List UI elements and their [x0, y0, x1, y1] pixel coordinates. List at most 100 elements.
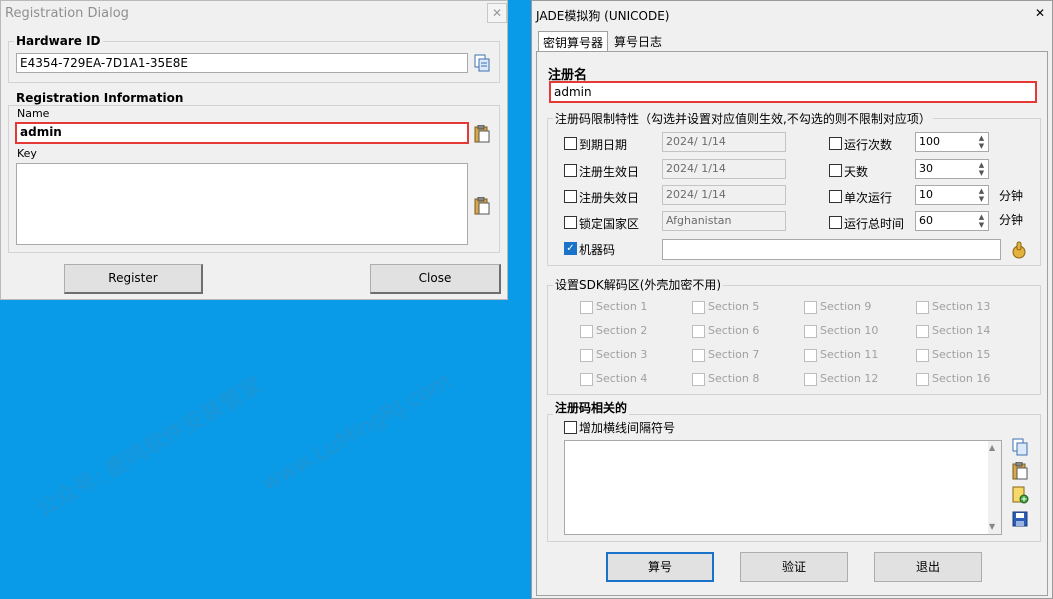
sdk-section-checkbox[interactable]	[916, 325, 929, 338]
sdk-section-label: Section 4	[596, 372, 648, 385]
register-button[interactable]: Register	[64, 264, 203, 294]
tab-log[interactable]: 算号日志	[610, 31, 666, 51]
sdk-section-label: Section 2	[596, 324, 648, 337]
copy-icon[interactable]	[1011, 438, 1029, 456]
sdk-section-label: Section 15	[932, 348, 991, 361]
sdk-label: 设置SDK解码区(外壳加密不用)	[553, 276, 724, 293]
single-run-unit: 分钟	[999, 189, 1024, 203]
country-select[interactable]: Afghanistan	[662, 211, 786, 231]
name-input[interactable]: admin	[15, 122, 469, 144]
sdk-section-label: Section 9	[820, 300, 872, 313]
end-date-picker[interactable]: 2024/ 1/14	[662, 185, 786, 205]
sdk-section-checkbox[interactable]	[916, 301, 929, 314]
tab-keygen[interactable]: 密钥算号器	[538, 31, 609, 51]
sdk-section-label: Section 11	[820, 348, 879, 361]
verify-button[interactable]: 验证	[740, 552, 848, 582]
spin-down-icon[interactable]: ▼	[976, 222, 987, 229]
reg-name-input[interactable]: admin	[549, 81, 1037, 103]
sdk-section-checkbox[interactable]	[692, 349, 705, 362]
key-textarea[interactable]	[16, 163, 468, 245]
sdk-section-label: Section 12	[820, 372, 879, 385]
sdk-section-label: Section 5	[708, 300, 760, 313]
sdk-section-checkbox[interactable]	[804, 301, 817, 314]
hardware-id-label: Hardware ID	[14, 34, 103, 48]
expiry-date-value: 2024/ 1/14	[666, 135, 726, 148]
window-close-button[interactable]: ✕	[1032, 5, 1048, 21]
start-date-value: 2024/ 1/14	[666, 162, 726, 175]
days-label: 天数	[844, 165, 869, 179]
start-date-label: 注册生效日	[579, 165, 640, 179]
limits-label: 注册码限制特性（勾选并设置对应值则生效,不勾选的则不限制对应项）	[553, 110, 933, 127]
name-label: Name	[17, 107, 50, 120]
sdk-section-label: Section 13	[932, 300, 991, 313]
run-count-value: 100	[919, 135, 940, 148]
sdk-section-label: Section 3	[596, 348, 648, 361]
hand-icon[interactable]	[1010, 241, 1028, 259]
expiry-date-checkbox[interactable]	[564, 137, 577, 150]
scroll-up-icon[interactable]: ▲	[989, 443, 995, 452]
start-date-checkbox[interactable]	[564, 164, 577, 177]
sdk-section-checkbox[interactable]	[804, 373, 817, 386]
total-time-spinner[interactable]: 60 ▲ ▼	[915, 211, 989, 231]
days-value: 30	[919, 162, 933, 175]
run-count-label: 运行次数	[844, 138, 893, 152]
sdk-section-checkbox[interactable]	[580, 373, 593, 386]
sdk-section-checkbox[interactable]	[804, 325, 817, 338]
sdk-section-label: Section 10	[820, 324, 879, 337]
scroll-down-icon[interactable]: ▼	[989, 522, 995, 531]
keygen-panel: 注册名 admin 注册码限制特性（勾选并设置对应值则生效,不勾选的则不限制对应…	[536, 51, 1048, 596]
spin-down-icon[interactable]: ▼	[976, 196, 987, 203]
sdk-section-checkbox[interactable]	[580, 349, 593, 362]
calc-button[interactable]: 算号	[606, 552, 714, 582]
paste-key-icon[interactable]	[473, 196, 491, 215]
sdk-section-checkbox[interactable]	[692, 325, 705, 338]
regcode-textarea[interactable]	[564, 440, 1002, 535]
country-value: Afghanistan	[666, 214, 732, 227]
sdk-section-checkbox[interactable]	[804, 349, 817, 362]
end-date-checkbox[interactable]	[564, 190, 577, 203]
add-dash-label: 增加横线间隔符号	[579, 421, 676, 435]
country-lock-checkbox[interactable]	[564, 216, 577, 229]
machine-code-checkbox[interactable]: ✓	[564, 242, 577, 255]
window-title: JADE模拟狗 (UNICODE)	[536, 9, 670, 23]
expiry-date-picker[interactable]: 2024/ 1/14	[662, 132, 786, 152]
save-icon[interactable]	[1011, 510, 1029, 528]
add-dash-checkbox[interactable]	[564, 421, 577, 434]
paste-icon[interactable]	[1011, 461, 1029, 480]
sdk-section-label: Section 8	[708, 372, 760, 385]
sdk-section-checkbox[interactable]	[916, 349, 929, 362]
sdk-section-checkbox[interactable]	[692, 373, 705, 386]
paste-icon[interactable]	[473, 124, 491, 143]
machine-code-input[interactable]	[662, 239, 1001, 260]
run-count-checkbox[interactable]	[829, 137, 842, 150]
close-button[interactable]: Close	[370, 264, 501, 294]
spin-up-icon[interactable]: ▲	[976, 135, 987, 142]
sdk-section-label: Section 16	[932, 372, 991, 385]
spin-up-icon[interactable]: ▲	[976, 214, 987, 221]
single-run-label: 单次运行	[844, 191, 893, 205]
spin-down-icon[interactable]: ▼	[976, 143, 987, 150]
sdk-section-checkbox[interactable]	[580, 325, 593, 338]
days-spinner[interactable]: 30 ▲ ▼	[915, 159, 989, 179]
sdk-section-checkbox[interactable]	[580, 301, 593, 314]
add-file-icon[interactable]	[1011, 486, 1029, 504]
total-time-checkbox[interactable]	[829, 216, 842, 229]
days-checkbox[interactable]	[829, 164, 842, 177]
total-time-value: 60	[919, 214, 933, 227]
sdk-section-checkbox[interactable]	[692, 301, 705, 314]
spin-down-icon[interactable]: ▼	[976, 170, 987, 177]
regcode-scrollbar[interactable]	[988, 441, 1001, 534]
single-run-checkbox[interactable]	[829, 190, 842, 203]
sdk-section-checkbox[interactable]	[916, 373, 929, 386]
run-count-spinner[interactable]: 100 ▲ ▼	[915, 132, 989, 152]
hardware-id-field[interactable]: E4354-729EA-7D1A1-35E8E	[16, 53, 468, 73]
spin-up-icon[interactable]: ▲	[976, 162, 987, 169]
dialog-title: Registration Dialog	[5, 6, 129, 21]
single-run-spinner[interactable]: 10 ▲ ▼	[915, 185, 989, 205]
start-date-picker[interactable]: 2024/ 1/14	[662, 159, 786, 179]
copy-icon[interactable]	[473, 54, 491, 72]
exit-button[interactable]: 退出	[874, 552, 982, 582]
regcode-label: 注册码相关的	[553, 399, 630, 416]
spin-up-icon[interactable]: ▲	[976, 188, 987, 195]
dialog-close-button[interactable]: ✕	[487, 3, 507, 23]
